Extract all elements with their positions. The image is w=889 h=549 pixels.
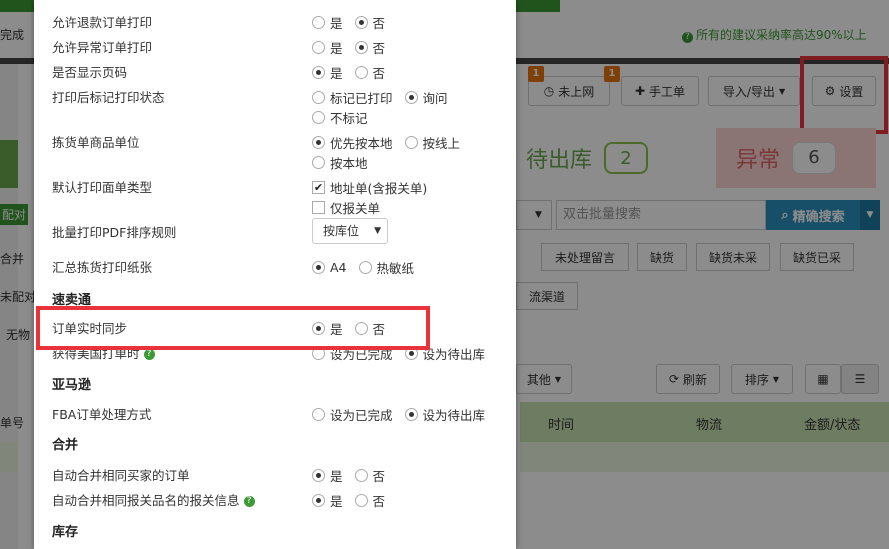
radio-selected-icon[interactable] [312,135,325,149]
radio-selected-icon[interactable] [404,90,418,104]
settings-row-options: 是否 [312,37,512,57]
radio-selected-icon[interactable] [312,468,325,482]
settings-row-label: 是否显示页码 [52,65,128,80]
radio-icon[interactable] [312,407,325,421]
option[interactable]: 热敏纸 [358,257,415,277]
radio-icon[interactable] [354,493,368,507]
radio-selected-icon[interactable] [354,15,368,29]
option[interactable]: 是 [312,62,343,82]
merge-customs-label: 自动合并相同报关品名的报关信息 [52,493,240,508]
radio-selected-icon[interactable] [312,493,325,507]
option[interactable]: 否 [354,62,386,82]
radio-icon[interactable] [312,90,325,104]
option[interactable]: 优先按本地 [312,132,393,152]
radio-selected-icon[interactable] [404,407,418,421]
option[interactable]: ✔ 地址单(含报关单) [312,177,427,197]
radio-selected-icon[interactable] [354,40,368,54]
option[interactable]: 否 [354,37,386,57]
settings-row-options: 是否 [312,62,512,82]
radio-icon[interactable] [354,65,368,79]
option-label: 设为待出库 [422,346,486,362]
option[interactable]: 设为待出库 [404,404,486,424]
option-label: 询问 [422,90,448,106]
option[interactable]: 是 [312,465,343,485]
section-stock: 库存 [52,525,79,540]
section-merge: 合并 [52,438,79,453]
option-label: 是 [330,15,343,31]
option[interactable]: 按线上 [404,132,461,152]
option-label: 地址单(含报关单) [330,180,428,196]
settings-row-label: 默认打印面单类型 [52,180,153,195]
settings-row-label: 允许异常订单打印 [52,40,153,55]
option-label: 设为已完成 [330,407,393,423]
option[interactable]: 否 [354,490,386,510]
option[interactable]: A4 [312,257,347,277]
section-amazon: 亚马逊 [52,378,92,393]
radio-icon[interactable] [404,135,418,149]
fba-options: 设为已完成 设为待出库 [312,404,512,424]
radio-icon[interactable] [358,260,372,274]
caret-down-icon: ▼ [374,226,381,236]
settings-row-options: 标记已打印 询问不标记 [312,87,512,127]
option-label: 否 [372,40,386,56]
option[interactable]: 不标记 [312,107,368,127]
option-label: 标记已打印 [330,90,393,106]
radio-selected-icon[interactable] [312,65,325,79]
option-label: 不标记 [330,110,368,126]
radio-icon[interactable] [312,15,325,29]
option[interactable]: 是 [312,490,343,510]
settings-row-label: 汇总拣货打印纸张 [52,260,153,275]
option[interactable]: 标记已打印 [312,87,393,107]
print-settings-modal: 允许退款订单打印是否允许异常订单打印是否是否显示页码是否打印后标记打印状态 标记已… [34,0,516,549]
fba-label: FBA订单处理方式 [52,407,152,422]
option-label: 热敏纸 [376,260,415,276]
settings-row-options: 是否 [312,12,512,32]
option-label: 优先按本地 [330,135,393,151]
merge-buyer-options: 是否 [312,465,512,485]
option[interactable]: 是 [312,37,343,57]
option-label: 仅报关单 [330,200,381,216]
option-label: 是 [330,65,343,81]
option[interactable]: 否 [354,465,386,485]
settings-row-options: 优先按本地 按线上按本地 [312,132,512,172]
option-label: 是 [330,40,343,56]
merge-customs-options: 是否 [312,490,512,510]
settings-row-label: 拣货单商品单位 [52,135,140,150]
option[interactable]: 仅报关单 [312,197,380,217]
realtime-sync-highlight-box [36,306,430,350]
option-label: 是 [330,468,343,484]
radio-icon[interactable] [312,155,325,169]
option-label: 否 [372,15,386,31]
sort-rule-select[interactable]: 按库位 ▼ [312,218,388,244]
option[interactable]: 是 [312,12,343,32]
option-label: 否 [372,65,386,81]
option-label: A4 [330,259,347,275]
checkbox-icon[interactable] [312,200,325,214]
radio-selected-icon[interactable] [312,260,325,274]
help-icon[interactable]: ? [143,349,155,360]
option-label: 是 [330,493,343,509]
settings-row-label: 批量打印PDF排序规则 [52,225,177,240]
option-label: 按本地 [330,155,368,171]
option-label: 否 [372,468,386,484]
option[interactable]: 设为已完成 [312,404,393,424]
merge-buyer-label: 自动合并相同买家的订单 [52,468,190,483]
radio-icon[interactable] [312,110,325,124]
settings-row-label: 打印后标记打印状态 [52,90,165,105]
checkbox-checked-icon[interactable]: ✔ [312,180,325,194]
option[interactable]: 否 [354,12,386,32]
radio-icon[interactable] [312,40,325,54]
option-label: 按线上 [422,135,461,151]
option[interactable]: 询问 [404,87,448,107]
select-value: 按库位 [323,224,360,238]
option-label: 否 [372,493,386,509]
settings-row-label: 允许退款订单打印 [52,15,153,30]
settings-row-options: A4 热敏纸 [312,257,512,277]
help-icon[interactable]: ? [243,496,255,507]
radio-icon[interactable] [354,468,368,482]
option[interactable]: 按本地 [312,152,368,172]
option-label: 设为待出库 [422,407,486,423]
